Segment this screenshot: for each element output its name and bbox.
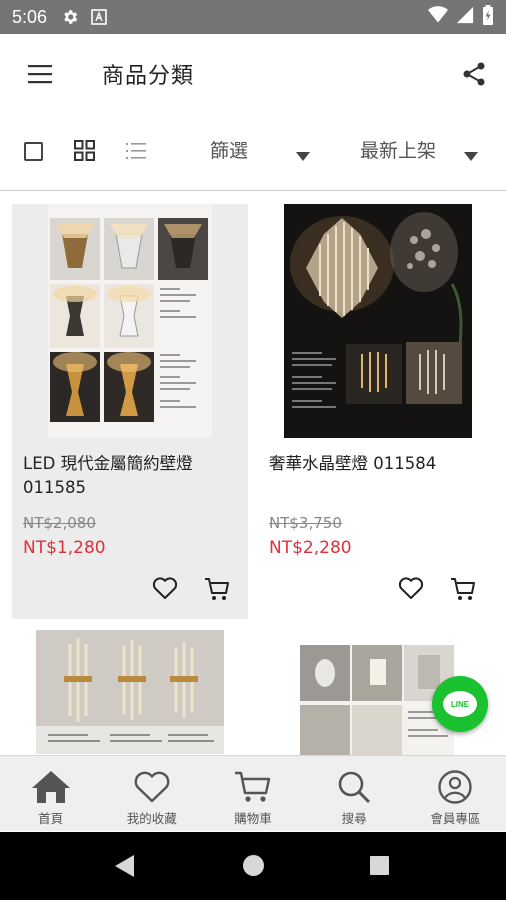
user-icon: [438, 770, 473, 804]
status-bar: 5:06: [0, 0, 506, 34]
search-icon: [338, 771, 371, 804]
nav-item-search[interactable]: 搜尋: [304, 756, 405, 831]
heart-icon: [398, 577, 424, 599]
nav-label: 搜尋: [341, 811, 367, 826]
nav-label: 我的收藏: [126, 811, 177, 826]
app-notification-icon: [91, 9, 107, 25]
product-image[interactable]: [36, 630, 224, 754]
product-image[interactable]: [48, 204, 212, 438]
sort-dropdown[interactable]: 最新上架: [360, 136, 436, 163]
share-button[interactable]: [454, 54, 494, 94]
product-card[interactable]: 奢華水晶壁燈 011584 NT$3,750 NT$2,280: [258, 204, 494, 619]
sort-caret-icon[interactable]: [464, 146, 478, 165]
settings-gear-icon: [61, 8, 79, 26]
line-icon: LINE: [443, 691, 477, 717]
cart-icon: [451, 578, 475, 600]
nav-label: 會員專區: [430, 811, 481, 826]
select-all-checkbox[interactable]: [24, 142, 43, 161]
nav-label: 首頁: [38, 811, 64, 826]
favorite-button[interactable]: [398, 576, 424, 604]
menu-button[interactable]: [0, 34, 80, 114]
cart-icon: [234, 771, 271, 802]
home-icon: [31, 771, 70, 803]
nav-item-member[interactable]: 會員專區: [405, 756, 506, 831]
wifi-icon: [428, 5, 448, 29]
grid-view-icon: [74, 140, 95, 161]
product-image[interactable]: [284, 204, 472, 438]
nav-label: 購物車: [234, 811, 272, 826]
list-view-button[interactable]: [126, 140, 148, 165]
add-to-cart-button[interactable]: [450, 576, 476, 606]
product-card[interactable]: LED 現代金屬簡約壁燈 011585 NT$2,080 NT$1,280: [12, 204, 248, 619]
nav-item-favorites[interactable]: 我的收藏: [101, 756, 202, 831]
favorite-button[interactable]: [152, 576, 178, 604]
list-view-icon: [126, 143, 146, 159]
page-title: 商品分類: [102, 64, 195, 89]
original-price: NT$3,750: [269, 514, 342, 532]
battery-icon: [482, 4, 494, 30]
status-time: 5:06: [12, 6, 48, 27]
product-name[interactable]: 奢華水晶壁燈 011584: [269, 452, 483, 476]
heart-icon: [152, 577, 178, 599]
sale-price: NT$2,280: [269, 538, 352, 558]
filter-toolbar: 篩選 最新上架: [0, 128, 506, 178]
sale-price: NT$1,280: [23, 538, 106, 558]
toolbar-divider: [0, 190, 506, 191]
filter-caret-icon[interactable]: [296, 146, 310, 165]
nav-item-cart[interactable]: 購物車: [202, 756, 303, 831]
heart-icon: [134, 771, 170, 803]
cart-icon: [205, 578, 229, 600]
grid-view-button[interactable]: [74, 140, 95, 165]
product-image[interactable]: [300, 645, 454, 755]
home-circle-icon[interactable]: [243, 855, 264, 876]
bottom-navigation: 首頁 我的收藏 購物車 搜尋 會員專區: [0, 755, 506, 831]
app-bar: 商品分類: [0, 34, 506, 114]
nav-item-home[interactable]: 首頁: [0, 756, 101, 831]
line-chat-button[interactable]: LINE: [432, 676, 488, 732]
back-icon[interactable]: [114, 854, 136, 882]
system-navigation-bar: [0, 832, 506, 900]
recent-apps-icon[interactable]: [370, 856, 389, 875]
hamburger-menu-icon: [28, 65, 52, 84]
add-to-cart-button[interactable]: [204, 576, 230, 606]
signal-icon: [456, 6, 474, 29]
share-icon: [463, 62, 485, 86]
product-name[interactable]: LED 現代金屬簡約壁燈 011585: [23, 452, 237, 500]
filter-dropdown[interactable]: 篩選: [210, 136, 248, 163]
original-price: NT$2,080: [23, 514, 96, 532]
